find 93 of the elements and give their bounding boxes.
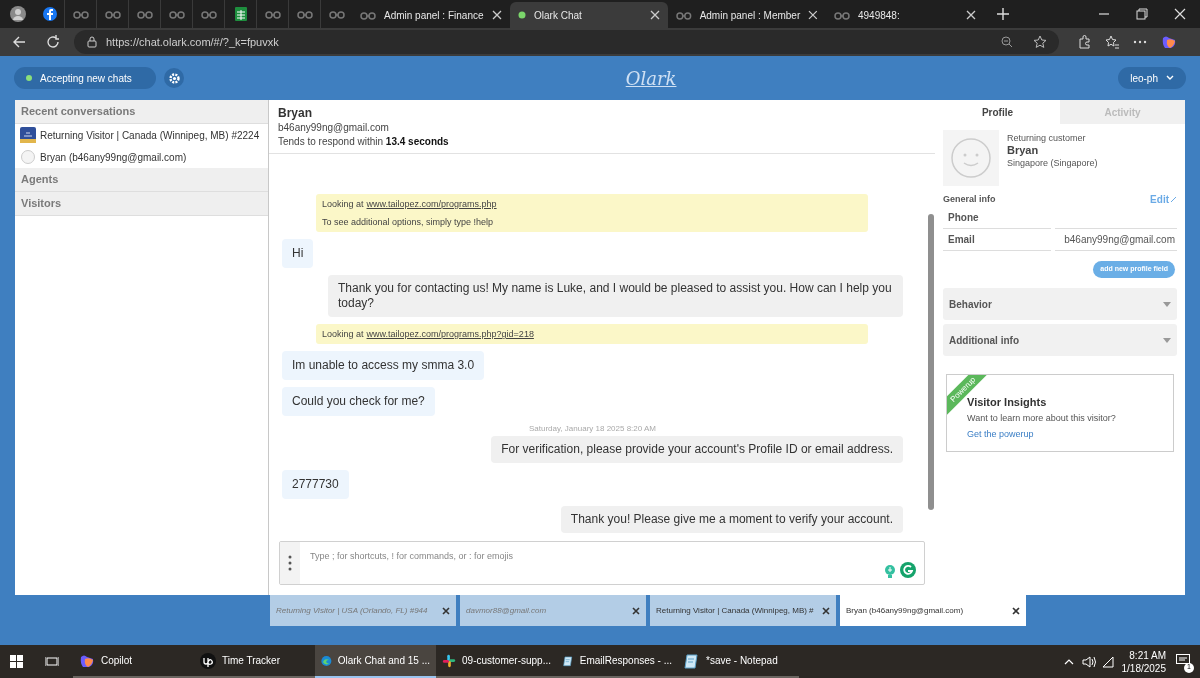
- powerup-link[interactable]: Get the powerup: [967, 427, 1173, 441]
- field-value[interactable]: b46any99ng@gmail.com: [1055, 229, 1177, 251]
- message-text: Looking at: [322, 328, 364, 341]
- taskbar-item[interactable]: 09-customer-supp...: [436, 645, 557, 678]
- smiley-face-icon: [950, 137, 992, 179]
- avatar-icon: [10, 6, 26, 22]
- close-icon[interactable]: [1012, 606, 1020, 615]
- response-time-text: Tends to respond within 13.4 seconds: [278, 135, 450, 149]
- chat-tab[interactable]: Bryan (b46any99ng@gmail.com): [840, 595, 1026, 626]
- lock-icon: [86, 36, 98, 48]
- taskbar-item[interactable]: Copilot: [73, 645, 194, 678]
- section-header[interactable]: Visitors: [15, 192, 268, 216]
- timestamp: Saturday, January 18 2025 8:20 AM: [528, 423, 656, 435]
- status-dot-icon: [518, 11, 526, 19]
- spreadsheet-icon: [232, 6, 249, 22]
- extensions-icon[interactable]: [1077, 35, 1091, 49]
- new-tab-icon[interactable]: [996, 7, 1010, 21]
- contact-avatar-icon: [20, 149, 36, 165]
- user-menu[interactable]: leo-ph: [1118, 67, 1186, 89]
- status-toggle[interactable]: Accepting new chats: [14, 67, 156, 89]
- url-text: https://chat.olark.com/#/?_k=fpuvxk: [106, 34, 280, 50]
- conversation-item[interactable]: Returning Visitor | Canada (Winnipeg, MB) #2224: [15, 124, 268, 146]
- taskbar-item[interactable]: Olark Chat and 15 ...: [315, 645, 436, 678]
- close-icon[interactable]: [632, 606, 640, 615]
- field-label: Email: [943, 229, 1051, 251]
- agent-message: For verification, please provide your account's Profile ID or email address.: [491, 436, 903, 463]
- tab-title: 4949848:: [858, 8, 901, 23]
- status-dot-icon: [26, 75, 32, 81]
- more-vertical-icon[interactable]: [288, 555, 292, 571]
- favorites-icon[interactable]: [1105, 35, 1119, 49]
- customer-location: Singapore (Singapore): [1007, 157, 1098, 169]
- tab-title: Admin panel : Finance: [384, 8, 484, 23]
- browser-tab[interactable]: Admin panel : Member: [668, 2, 826, 28]
- notification-icon: [1176, 653, 1190, 666]
- visitor-message: Hi: [282, 239, 314, 268]
- message-text: To see additional options, simply type !help: [322, 216, 495, 229]
- windows-start-icon[interactable]: [10, 655, 23, 668]
- visitor-message: Could you check for me?: [282, 387, 435, 416]
- settings-button[interactable]: [164, 68, 184, 88]
- upwork-icon: [200, 652, 216, 669]
- section-header[interactable]: Recent conversations: [15, 100, 268, 124]
- field-label: Phone: [943, 207, 1051, 229]
- browser-tab[interactable]: Admin panel : Finance: [352, 2, 510, 28]
- close-icon[interactable]: [442, 606, 450, 615]
- restore-icon[interactable]: [1136, 8, 1148, 20]
- slack-icon: [442, 652, 457, 669]
- customer-type: Returning customer: [1007, 132, 1087, 144]
- address-bar[interactable]: https://chat.olark.com/#/?_k=fpuvxk: [74, 30, 1059, 54]
- section-header[interactable]: Agents: [15, 168, 268, 192]
- message-text: Looking at: [322, 198, 364, 211]
- message-composer[interactable]: Type ; for shortcuts, ! for commands, or : for emojis: [279, 541, 925, 585]
- contact-email: b46any99ng@gmail.com: [278, 121, 390, 135]
- card-text: Want to learn more about this visitor?: [967, 412, 1117, 425]
- zoom-out-icon[interactable]: [1001, 36, 1013, 48]
- page-link[interactable]: www.tailopez.com/programs.php?gid=218: [366, 327, 534, 341]
- notepad-icon: [684, 652, 700, 669]
- chevron-up-icon[interactable]: [1063, 658, 1074, 665]
- taskbar-item[interactable]: *save - Notepad: [678, 645, 799, 678]
- facebook-icon: [42, 6, 58, 22]
- conversation-item[interactable]: Bryan (b46any99ng@gmail.com): [15, 146, 268, 168]
- grammarly-icon[interactable]: [900, 562, 916, 578]
- speaker-icon[interactable]: [1081, 655, 1096, 668]
- collapsible-section[interactable]: Additional info: [943, 324, 1177, 356]
- clock-date: 1/18/2025: [1121, 661, 1166, 675]
- message-input[interactable]: Type ; for shortcuts, ! for commands, or : for emojis: [310, 544, 883, 568]
- copilot-icon[interactable]: [1161, 34, 1177, 50]
- settings-icon: [167, 71, 181, 85]
- contact-name: Bryan: [278, 106, 313, 121]
- tab-title: Olark Chat: [534, 8, 583, 23]
- pencil-icon: [1170, 196, 1177, 203]
- logo-text: Olark: [625, 66, 677, 91]
- browser-tab[interactable]: 4949848:: [826, 2, 984, 28]
- chat-tab[interactable]: Returning Visitor | Canada (Winnipeg, MB) #: [650, 595, 836, 626]
- section-label: General info: [943, 192, 996, 206]
- agent-message: Thank you for contacting us! My name is Luke, and I would be pleased to assist you. How can I help you today?: [328, 275, 903, 317]
- collapsible-section[interactable]: Behavior: [943, 288, 1177, 320]
- close-icon[interactable]: [822, 606, 830, 615]
- clock-time: 8:21 AM: [1129, 648, 1166, 662]
- star-icon[interactable]: [1033, 35, 1047, 49]
- chevron-down-icon: [1166, 75, 1174, 81]
- back-icon[interactable]: [12, 35, 26, 49]
- reload-icon[interactable]: [46, 35, 60, 49]
- page-link[interactable]: www.tailopez.com/programs.php: [366, 197, 497, 211]
- agent-message: Thank you! Please give me a moment to verify your account.: [560, 506, 903, 533]
- task-view-icon[interactable]: [45, 655, 59, 668]
- visitor-avatar-icon: [20, 127, 36, 143]
- customer-name: Bryan: [1007, 144, 1040, 157]
- visitor-message: 2777730: [282, 470, 349, 499]
- taskbar-item[interactable]: EmailResponses - ...: [557, 645, 678, 678]
- tab-title: Admin panel : Member: [699, 8, 801, 23]
- scrollbar-thumb[interactable]: [928, 214, 934, 510]
- visitor-message: Im unable to access my smma 3.0: [282, 351, 485, 380]
- browser-tab[interactable]: Olark Chat: [510, 2, 668, 28]
